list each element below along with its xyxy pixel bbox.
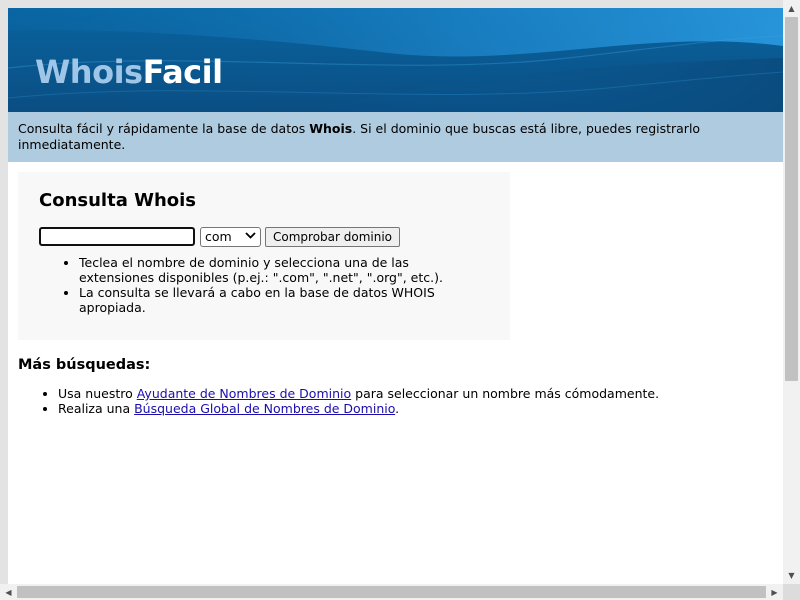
chevron-down-icon [245,231,256,242]
more-searches-list: Usa nuestro Ayudante de Nombres de Domin… [18,386,758,416]
horizontal-scrollbar[interactable]: ◀ ▶ [0,584,783,600]
scroll-left-arrow-icon[interactable]: ◀ [0,584,17,600]
more-searches-section: Más búsquedas: Usa nuestro Ayudante de N… [18,356,758,416]
intro-text-before: Consulta fácil y rápidamente la base de … [18,121,310,136]
list-item: La consulta se llevará a cabo en la base… [79,285,469,315]
vertical-scrollbar[interactable]: ▲ ▼ [783,0,800,584]
whois-query-panel: Consulta Whois com Comprobar dominio Tec… [18,172,510,340]
tips-list: Teclea el nombre de dominio y selecciona… [39,255,489,315]
extension-select[interactable]: com [200,226,261,247]
site-logo[interactable]: WhoisFacil [35,56,223,88]
item-text: Realiza una [58,401,135,416]
intro-bold-whois: Whois [309,121,353,136]
vertical-scroll-thumb[interactable] [785,17,798,381]
scrollbar-corner [783,584,800,600]
global-domain-search-link[interactable]: Búsqueda Global de Nombres de Dominio [134,401,395,416]
extension-selected-value: com [205,229,232,244]
more-searches-title: Más búsquedas: [18,357,151,373]
list-item: Teclea el nombre de dominio y selecciona… [79,255,469,285]
scroll-up-arrow-icon[interactable]: ▲ [783,0,800,17]
domain-helper-link[interactable]: Ayudante de Nombres de Dominio [137,386,351,401]
logo-facil: Facil [142,53,223,91]
scroll-right-arrow-icon[interactable]: ▶ [766,584,783,600]
scroll-down-arrow-icon[interactable]: ▼ [783,567,800,584]
whois-form: com Comprobar dominio [39,226,489,247]
intro-bar: Consulta fácil y rápidamente la base de … [8,112,783,162]
header-banner: WhoisFacil [8,8,783,112]
page-viewport: WhoisFacil Consulta fácil y rápidamente … [8,8,783,584]
list-item: Realiza una Búsqueda Global de Nombres d… [58,401,758,416]
logo-whois: Whois [35,53,143,91]
domain-input[interactable] [39,227,195,246]
check-domain-button[interactable]: Comprobar dominio [265,226,401,247]
horizontal-scroll-thumb[interactable] [17,586,766,598]
item-text: . [395,401,400,416]
list-item: Usa nuestro Ayudante de Nombres de Domin… [58,386,758,401]
item-text: Usa nuestro [58,386,137,401]
item-text: para seleccionar un nombre más cómodamen… [351,386,660,401]
panel-title: Consulta Whois [39,190,197,211]
